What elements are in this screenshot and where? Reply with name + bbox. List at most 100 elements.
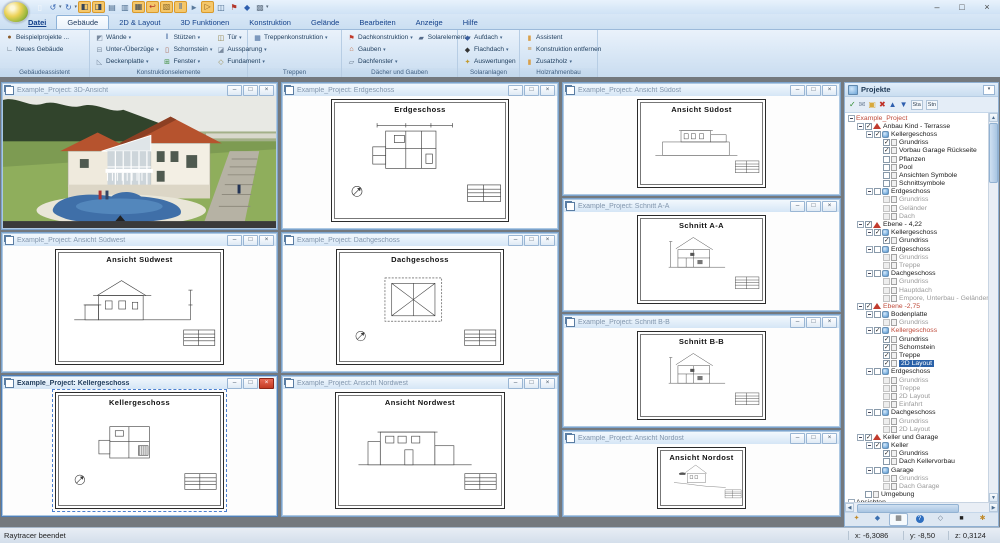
- window-restore-button[interactable]: □: [806, 201, 821, 212]
- tree-checkbox[interactable]: [883, 213, 890, 220]
- tree-item[interactable]: Ansichten Symbole: [846, 171, 988, 179]
- tree-item[interactable]: Grundriss: [846, 139, 988, 147]
- window-minimize-button[interactable]: –: [227, 235, 242, 246]
- tab-tools[interactable]: ✦: [847, 513, 866, 526]
- window-restore-button[interactable]: □: [806, 433, 821, 444]
- ribbon-tab-geb-ude[interactable]: Gebäude: [56, 15, 109, 29]
- tree-item-label[interactable]: Treppe: [899, 262, 920, 269]
- sort-alpha-icon[interactable]: Sta: [911, 100, 923, 110]
- tree-expander-icon[interactable]: [857, 221, 864, 228]
- undo-icon[interactable]: ↺: [47, 2, 59, 13]
- tree-checkbox[interactable]: [883, 164, 890, 171]
- window-content[interactable]: Schnitt A-A: [564, 212, 839, 310]
- tree-item[interactable]: 2D Layout: [846, 392, 988, 400]
- ribbon-tab-3d-funktionen[interactable]: 3D Funktionen: [171, 16, 240, 29]
- tree-item-label[interactable]: Bodenplatte: [891, 311, 927, 318]
- mdi-window-sect[interactable]: Example_Project: Schnitt A-A–□×Schnitt A…: [562, 198, 841, 312]
- scroll-left-arrow[interactable]: ◀: [845, 503, 854, 512]
- wall-dropdown-icon[interactable]: ▾: [129, 35, 132, 41]
- sort-numeric-icon[interactable]: Stn: [926, 100, 938, 110]
- tree-checkbox[interactable]: [883, 172, 890, 179]
- drawing-sheet[interactable]: Kellergeschoss: [55, 392, 225, 509]
- window-close-button[interactable]: ×: [822, 85, 837, 96]
- corner-button[interactable]: ∟Neues Gebäude: [4, 44, 70, 55]
- drawing-sheet[interactable]: Schnitt B-B: [637, 331, 766, 420]
- slab-button[interactable]: ◺Deckenplatte▾: [94, 56, 160, 67]
- tree-checkbox[interactable]: [883, 139, 890, 146]
- tree-item-label[interactable]: Grundriss: [899, 254, 928, 261]
- tree-item-label[interactable]: Grundriss: [899, 475, 928, 482]
- tree-item-label[interactable]: Erdgeschoss: [891, 246, 930, 253]
- tree-item[interactable]: Garage: [846, 466, 988, 474]
- tree-checkbox[interactable]: [883, 360, 890, 367]
- on-roof-dropdown-icon[interactable]: ▾: [500, 35, 503, 41]
- flat-roof-dropdown-icon[interactable]: ▾: [506, 47, 509, 53]
- tree-item[interactable]: Pool: [846, 163, 988, 171]
- tree-item-label[interactable]: 2D Layout: [899, 393, 930, 400]
- window-content[interactable]: [3, 96, 276, 228]
- tree-item[interactable]: Grundriss: [846, 319, 988, 327]
- sphere-button[interactable]: ●Beispielprojekte ...: [4, 32, 70, 43]
- window-minimize-button[interactable]: –: [227, 85, 242, 96]
- run-icon[interactable]: ►: [188, 2, 200, 13]
- app-minimize-button[interactable]: –: [930, 2, 944, 12]
- tree-item[interactable]: Schornstein: [846, 343, 988, 351]
- tree-checkbox[interactable]: [883, 401, 890, 408]
- tree-item-label[interactable]: 2D Layout: [899, 426, 930, 433]
- drawing-sheet[interactable]: Ansicht Südost: [637, 99, 766, 188]
- tree-expander-icon[interactable]: [857, 434, 864, 441]
- tree-checkbox[interactable]: [874, 311, 881, 318]
- drawing-sheet[interactable]: Ansicht Südwest: [55, 249, 223, 365]
- tree-checkbox[interactable]: [883, 458, 890, 465]
- tree-checkbox[interactable]: [865, 123, 872, 130]
- tree-checkbox[interactable]: [883, 295, 890, 302]
- tree-expander-icon[interactable]: [866, 188, 873, 195]
- window-minimize-button[interactable]: –: [508, 235, 523, 246]
- tree-item[interactable]: Grundriss: [846, 450, 988, 458]
- tree-item[interactable]: Dach Kellervorbau: [846, 458, 988, 466]
- window-restore-button[interactable]: □: [806, 85, 821, 96]
- tree-item[interactable]: Grundriss: [846, 237, 988, 245]
- tree-checkbox[interactable]: [883, 393, 890, 400]
- tree-item[interactable]: Schnittsymbole: [846, 180, 988, 188]
- window-content[interactable]: Ansicht Südwest: [3, 246, 276, 371]
- mdi-window-elevse[interactable]: Example_Project: Ansicht Südost–□×Ansich…: [562, 82, 841, 196]
- tree-item[interactable]: Dachgeschoss: [846, 270, 988, 278]
- tree-item[interactable]: Erdgeschoss: [846, 188, 988, 196]
- 3d-render-scene[interactable]: [3, 96, 276, 228]
- grid-icon[interactable]: ▦: [132, 1, 145, 13]
- extra-wood-button[interactable]: ▮Zusatzholz▾: [524, 56, 602, 67]
- window-content[interactable]: Schnitt B-B: [564, 328, 839, 426]
- tree-item-label[interactable]: Keller und Garage: [883, 434, 938, 441]
- window-restore-button[interactable]: □: [806, 317, 821, 328]
- window-restore-button[interactable]: □: [243, 378, 258, 389]
- tree-expander-icon[interactable]: [866, 131, 873, 138]
- stairs-dropdown-icon[interactable]: ▾: [325, 35, 328, 41]
- tree-checkbox[interactable]: [865, 221, 872, 228]
- tab-objects[interactable]: ◇: [931, 513, 950, 526]
- tree-checkbox[interactable]: [883, 205, 890, 212]
- extra-wood-dropdown-icon[interactable]: ▾: [569, 59, 572, 65]
- roof-window-dropdown-icon[interactable]: ▾: [395, 59, 398, 65]
- tree-item[interactable]: Keller und Garage: [846, 433, 988, 441]
- tree-checkbox[interactable]: [874, 409, 881, 416]
- tree-checkbox[interactable]: [883, 156, 890, 163]
- drawing-sheet[interactable]: Ansicht Nordwest: [335, 392, 505, 509]
- tree-item[interactable]: Hauptdach: [846, 286, 988, 294]
- tree-checkbox[interactable]: [883, 344, 890, 351]
- reports-button[interactable]: ✦Auswertungen: [462, 56, 517, 67]
- window-close-button[interactable]: ×: [822, 317, 837, 328]
- tree-item-label[interactable]: Treppe: [899, 352, 920, 359]
- tree-item-label[interactable]: Erdgeschoss: [891, 188, 930, 195]
- material-icon[interactable]: ◆: [241, 2, 253, 13]
- tree-item-label[interactable]: Dach Kellervorbau: [899, 458, 955, 465]
- tree-checkbox[interactable]: [883, 450, 890, 457]
- mdi-window-plan[interactable]: Example_Project: Erdgeschoss–□×Erdgescho…: [281, 82, 559, 230]
- window-close-button[interactable]: ×: [259, 235, 274, 246]
- app-logo-icon[interactable]: [3, 1, 29, 23]
- tree-item-label[interactable]: Umgebung: [881, 491, 914, 498]
- tree-expander-icon[interactable]: [866, 442, 873, 449]
- tree-item[interactable]: Grundriss: [846, 474, 988, 482]
- window-close-button[interactable]: ×: [540, 235, 555, 246]
- view-top-icon[interactable]: ◧: [78, 1, 91, 13]
